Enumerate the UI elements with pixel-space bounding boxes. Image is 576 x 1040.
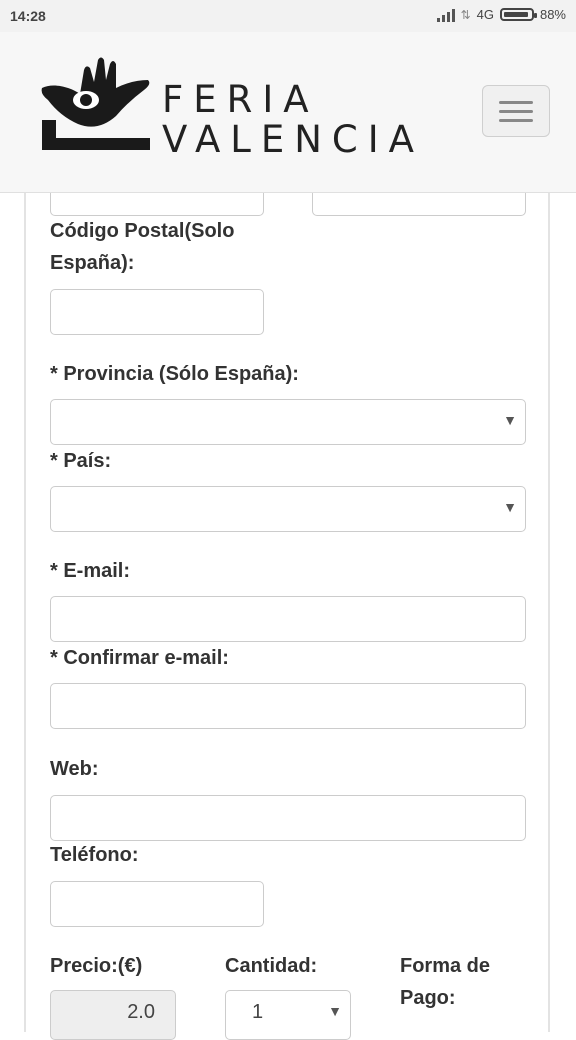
site-header: FERIA VALENCIA bbox=[0, 32, 576, 193]
status-bar: 14:28 ⇅ 4G 88% bbox=[0, 0, 576, 32]
form-container bbox=[24, 192, 550, 1032]
status-indicators: ⇅ 4G 88% bbox=[436, 7, 566, 22]
brand-line-1: FERIA bbox=[162, 78, 319, 121]
data-arrows-icon: ⇅ bbox=[460, 7, 471, 22]
signal-icon bbox=[436, 8, 455, 22]
brand-line-2: VALENCIA bbox=[162, 118, 424, 161]
status-time: 14:28 bbox=[10, 8, 46, 24]
feria-valencia-logo[interactable] bbox=[38, 54, 154, 154]
battery-level: 88% bbox=[539, 7, 566, 22]
brand-name: FERIA VALENCIA bbox=[162, 80, 424, 160]
network-type: 4G bbox=[476, 7, 494, 22]
battery-icon bbox=[499, 8, 537, 21]
menu-button[interactable] bbox=[482, 85, 550, 137]
